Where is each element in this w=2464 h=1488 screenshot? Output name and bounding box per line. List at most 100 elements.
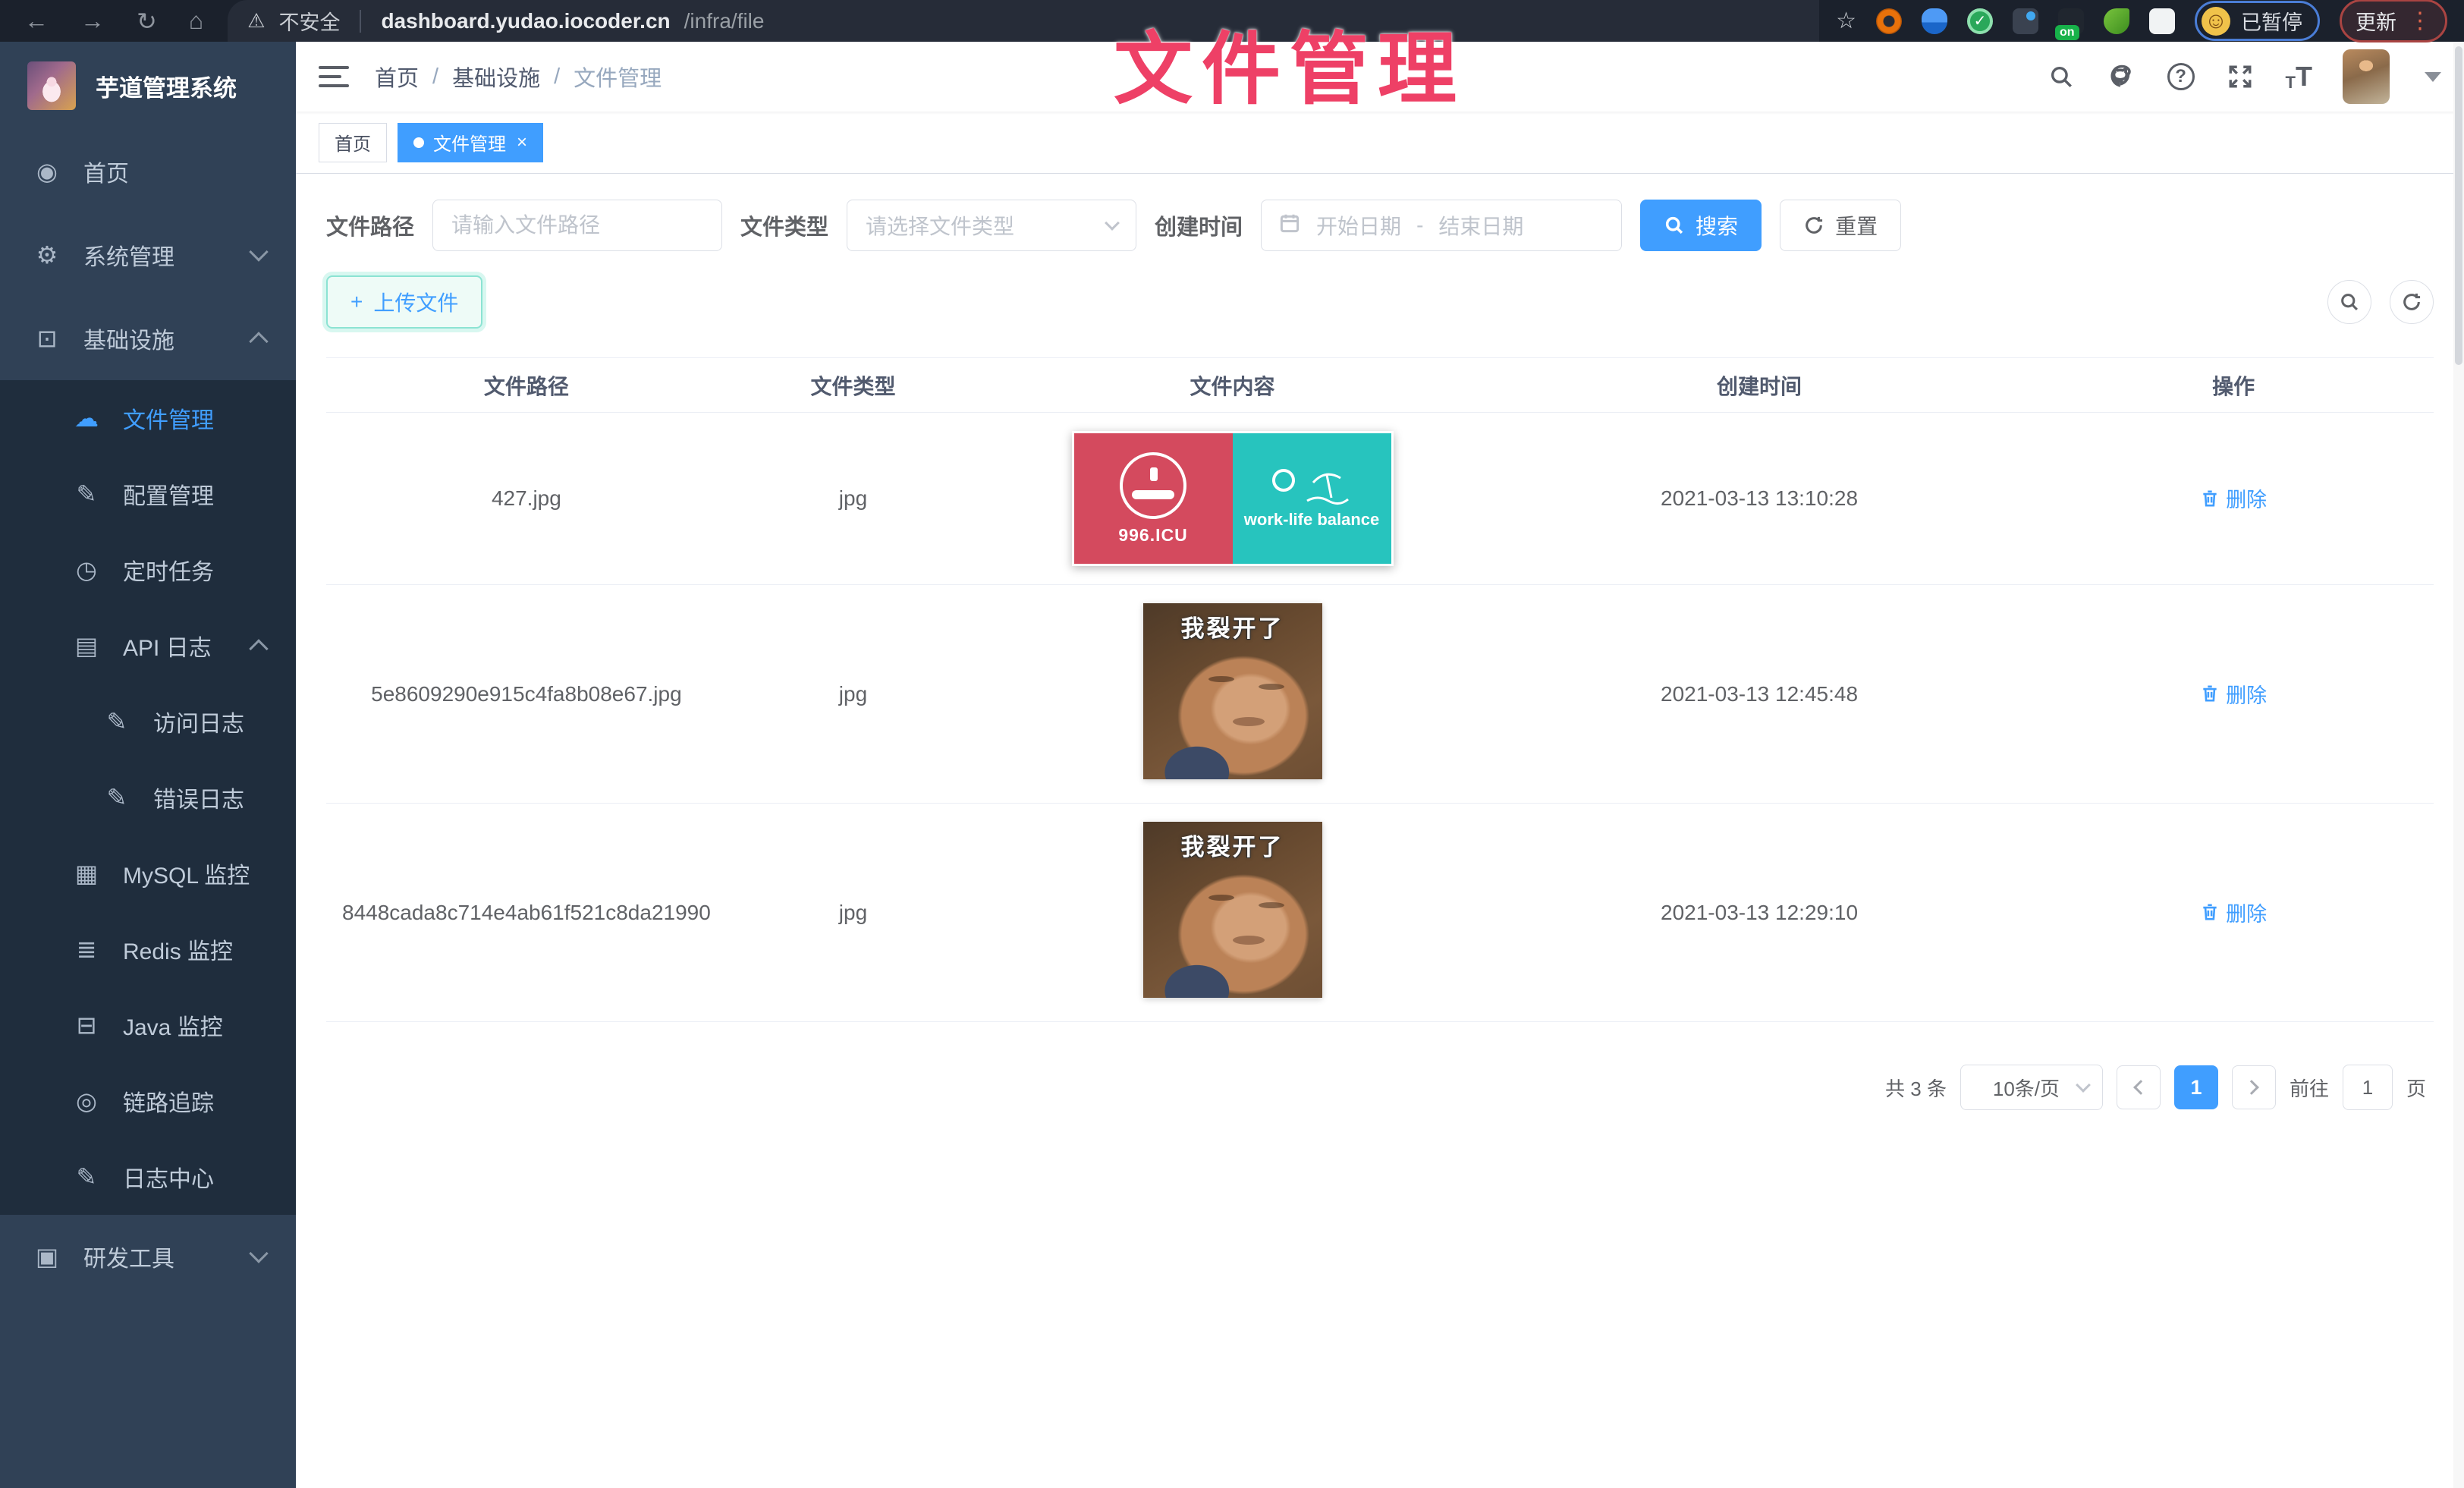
update-button[interactable]: 更新 ⋮ bbox=[2340, 0, 2447, 42]
bookmark-star-icon[interactable]: ☆ bbox=[1836, 8, 1856, 34]
top-navbar: 首页 / 基础设施 / 文件管理 ? TT bbox=[296, 42, 2464, 112]
work-life-right-panel: work-life balance bbox=[1233, 433, 1391, 564]
sidebar-item-config[interactable]: ✎ 配置管理 bbox=[0, 456, 296, 532]
sun-icon bbox=[1272, 469, 1295, 492]
address-bar[interactable]: ⚠ 不安全 dashboard.yudao.iocoder.cn /infra/… bbox=[228, 0, 1819, 42]
close-icon[interactable]: × bbox=[517, 134, 527, 152]
toolbar-right-icons bbox=[2327, 280, 2434, 324]
sidebar-item-label: 研发工具 bbox=[83, 1240, 252, 1273]
profile-paused-pill[interactable]: ☺ 已暂停 bbox=[2195, 1, 2320, 41]
sidebar-item-label: Redis 监控 bbox=[123, 933, 266, 966]
sidebar-item-error-logs[interactable]: ✎ 错误日志 bbox=[0, 760, 296, 835]
font-size-small-glyph: T bbox=[2286, 73, 2296, 93]
tag-label: 首页 bbox=[335, 129, 371, 156]
sidebar-item-file-management[interactable]: ☁ 文件管理 bbox=[0, 380, 296, 456]
goto-page-input[interactable] bbox=[2343, 1065, 2393, 1110]
puzzle-extension-icon[interactable] bbox=[2149, 8, 2175, 34]
sidebar-item-scheduled-tasks[interactable]: ◷ 定时任务 bbox=[0, 532, 296, 608]
on-extension-icon[interactable]: on bbox=[2058, 8, 2084, 34]
file-preview-image[interactable]: 我裂开了 bbox=[1143, 822, 1322, 998]
eye-icon: ◎ bbox=[70, 1087, 103, 1115]
reload-icon[interactable]: ↻ bbox=[137, 7, 157, 36]
sidebar-item-dev-tools[interactable]: ▣ 研发工具 bbox=[0, 1215, 296, 1298]
blue-extension-icon[interactable] bbox=[1922, 8, 1947, 34]
delete-button[interactable]: 删除 bbox=[2200, 483, 2267, 513]
github-icon[interactable] bbox=[2107, 61, 2137, 92]
files-table: 文件路径 文件类型 文件内容 创建时间 操作 427.jpg jpg bbox=[326, 357, 2434, 1022]
reset-button[interactable]: 重置 bbox=[1780, 200, 1901, 251]
sidebar-item-access-logs[interactable]: ✎ 访问日志 bbox=[0, 684, 296, 760]
sidebar-item-label: 错误日志 bbox=[153, 781, 266, 814]
bed-icon bbox=[1120, 452, 1186, 519]
tag-home[interactable]: 首页 bbox=[319, 123, 387, 162]
file-type-select[interactable]: 请选择文件类型 bbox=[847, 200, 1136, 251]
page-size-select[interactable]: 10条/页 bbox=[1960, 1065, 2103, 1110]
breadcrumb-home[interactable]: 首页 bbox=[375, 61, 419, 93]
gear-extension-icon[interactable] bbox=[1876, 8, 1902, 34]
sidebar-item-label: API 日志 bbox=[123, 629, 252, 662]
sidebar-item-tracing[interactable]: ◎ 链路追踪 bbox=[0, 1063, 296, 1139]
cell-file-content: 996.ICU work-life balance bbox=[979, 413, 1485, 585]
sidebar-item-label: 配置管理 bbox=[123, 477, 266, 511]
sidebar-item-api-logs[interactable]: ▤ API 日志 bbox=[0, 608, 296, 684]
file-path-input[interactable] bbox=[432, 200, 722, 251]
font-size-icon[interactable]: TT bbox=[2286, 61, 2312, 93]
page-number-button[interactable]: 1 bbox=[2174, 1065, 2218, 1109]
sidebar-item-log-center[interactable]: ✎ 日志中心 bbox=[0, 1139, 296, 1215]
next-page-button[interactable] bbox=[2232, 1065, 2276, 1109]
cell-created-time: 2021-03-13 12:29:10 bbox=[1485, 804, 2033, 1022]
prev-page-button[interactable] bbox=[2117, 1065, 2161, 1109]
date-start-placeholder: 开始日期 bbox=[1316, 210, 1401, 241]
browser-menu-icon[interactable]: ⋮ bbox=[2409, 8, 2431, 34]
home-icon[interactable]: ⌂ bbox=[189, 7, 203, 35]
cell-file-path: 427.jpg bbox=[326, 413, 727, 585]
user-avatar[interactable] bbox=[2343, 49, 2390, 104]
update-label: 更新 bbox=[2356, 6, 2396, 36]
sidebar-item-home[interactable]: ◉ 首页 bbox=[0, 130, 296, 213]
check-extension-icon[interactable]: ✓ bbox=[1967, 8, 1993, 34]
url-host[interactable]: dashboard.yudao.iocoder.cn bbox=[381, 9, 670, 33]
sidebar-item-java-monitor[interactable]: ⊟ Java 监控 bbox=[0, 987, 296, 1063]
bars-extension-icon[interactable] bbox=[2013, 8, 2038, 34]
cell-created-time: 2021-03-13 12:45:48 bbox=[1485, 585, 2033, 804]
table-toolbar: + 上传文件 bbox=[326, 275, 2434, 329]
file-path-label: 文件路径 bbox=[326, 209, 414, 241]
filter-bar: 文件路径 文件类型 请选择文件类型 创建时间 开始日期 - 结束日期 bbox=[326, 200, 2434, 251]
file-preview-image[interactable]: 996.ICU work-life balance bbox=[1072, 431, 1394, 566]
hamburger-icon[interactable] bbox=[319, 66, 349, 87]
file-type-placeholder: 请选择文件类型 bbox=[866, 210, 1107, 241]
996icu-left-panel: 996.ICU bbox=[1074, 433, 1233, 564]
search-button[interactable]: 搜索 bbox=[1640, 200, 1762, 251]
tag-file-management[interactable]: 文件管理 × bbox=[398, 123, 543, 162]
url-path[interactable]: /infra/file bbox=[684, 9, 765, 33]
app-shell: 芋道管理系统 ◉ 首页 ⚙ 系统管理 ⊡ 基础设施 ☁ 文件管理 bbox=[0, 42, 2464, 1488]
forward-icon[interactable]: → bbox=[80, 7, 105, 35]
file-preview-image[interactable]: 我裂开了 bbox=[1143, 603, 1322, 779]
sidebar-item-label: 文件管理 bbox=[123, 401, 266, 435]
sidebar-item-infra[interactable]: ⊡ 基础设施 bbox=[0, 297, 296, 380]
scrollbar-thumb[interactable] bbox=[2455, 46, 2462, 365]
sidebar-item-mysql-monitor[interactable]: ▦ MySQL 监控 bbox=[0, 835, 296, 911]
back-icon[interactable]: ← bbox=[24, 7, 49, 35]
log-icon: ▤ bbox=[70, 631, 103, 660]
total-count: 共 3 条 bbox=[1885, 1074, 1947, 1102]
refresh-table-button[interactable] bbox=[2390, 280, 2434, 324]
app-logo-row[interactable]: 芋道管理系统 bbox=[0, 42, 296, 130]
toggle-search-button[interactable] bbox=[2327, 280, 2371, 324]
upload-file-button[interactable]: + 上传文件 bbox=[326, 275, 482, 329]
sidebar-item-redis-monitor[interactable]: ≣ Redis 监控 bbox=[0, 911, 296, 987]
search-icon[interactable] bbox=[2046, 61, 2076, 92]
page-scrollbar[interactable] bbox=[2453, 42, 2464, 1488]
delete-button[interactable]: 删除 bbox=[2200, 898, 2267, 927]
delete-button[interactable]: 删除 bbox=[2200, 679, 2267, 709]
security-warning-icon[interactable]: ⚠ bbox=[247, 9, 265, 33]
leaf-extension-icon[interactable] bbox=[2104, 8, 2129, 34]
user-menu-caret-icon[interactable] bbox=[2425, 72, 2441, 82]
fullscreen-icon[interactable] bbox=[2225, 61, 2255, 92]
security-label[interactable]: 不安全 bbox=[278, 6, 340, 36]
sidebar-item-label: 系统管理 bbox=[83, 238, 252, 272]
help-icon[interactable]: ? bbox=[2167, 63, 2195, 90]
sidebar-item-system[interactable]: ⚙ 系统管理 bbox=[0, 213, 296, 297]
date-range-picker[interactable]: 开始日期 - 结束日期 bbox=[1261, 200, 1622, 251]
breadcrumb-infra[interactable]: 基础设施 bbox=[452, 61, 540, 93]
